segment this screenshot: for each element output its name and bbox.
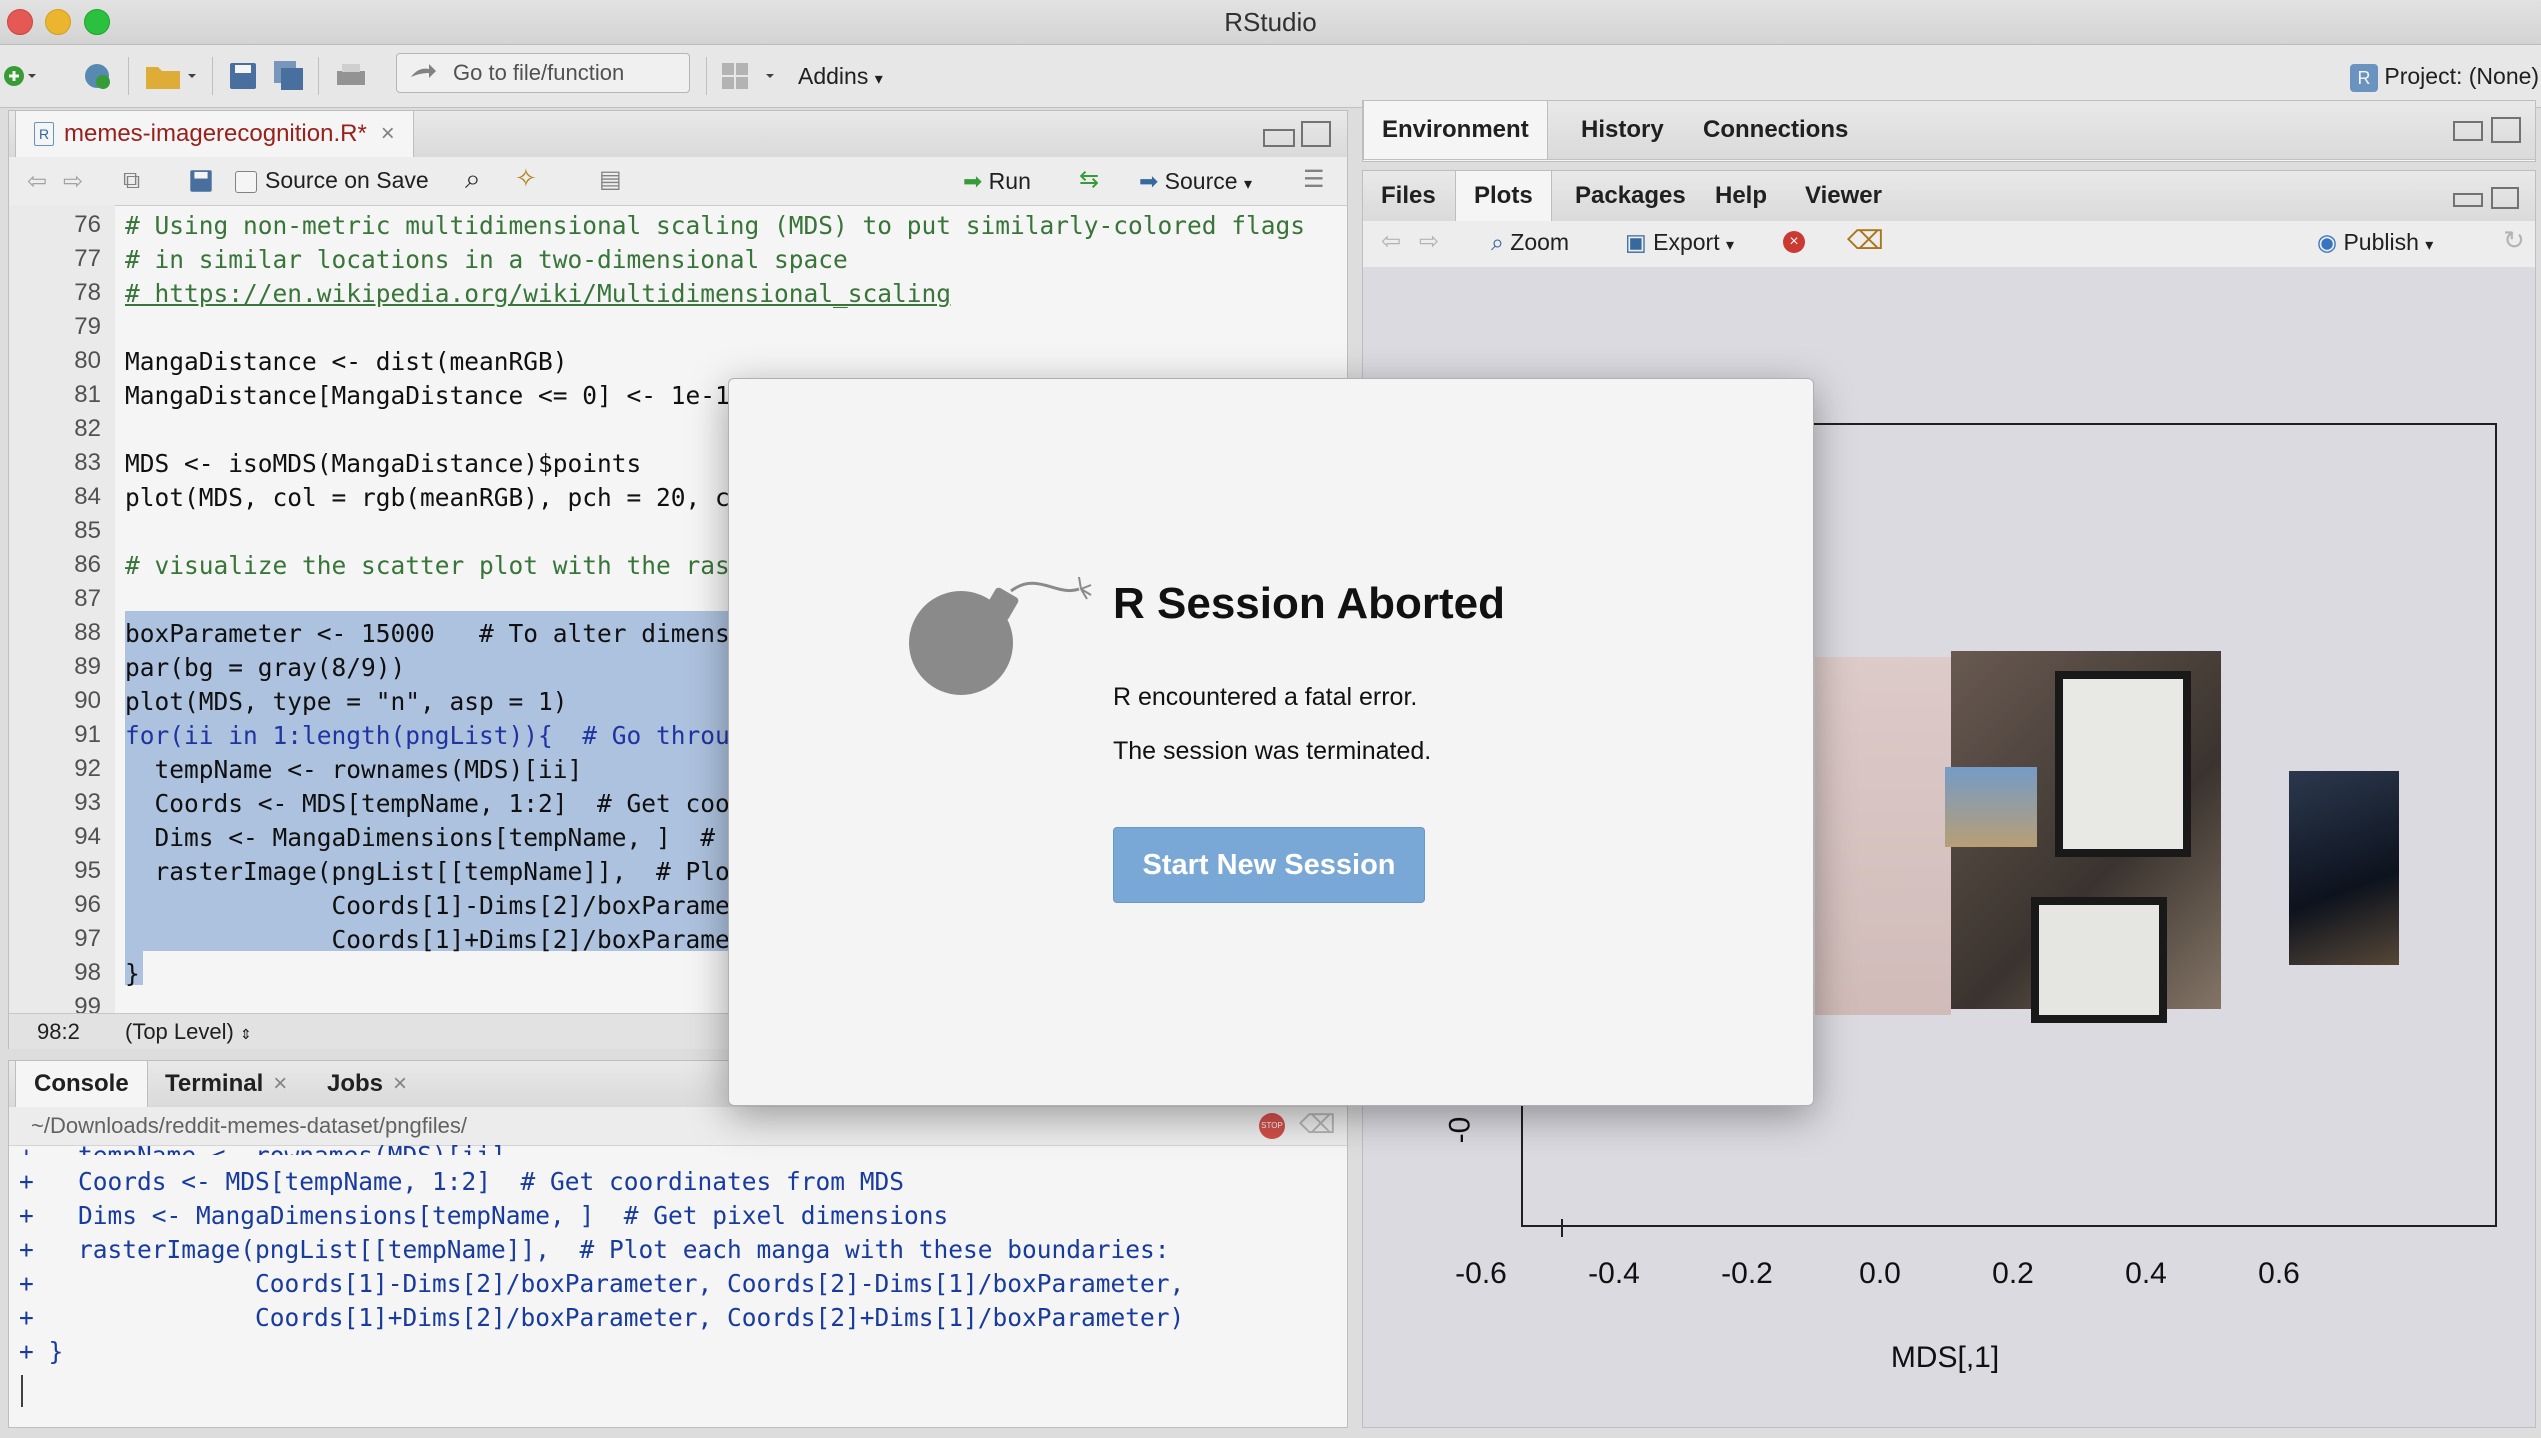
dialog-title: R Session Aborted [1113,579,1505,628]
dialog-message-2: The session was terminated. [1113,737,1432,765]
bomb-icon [909,577,1092,695]
session-aborted-dialog: R Session Aborted R encountered a fatal … [728,378,1814,1106]
dialog-message-1: R encountered a fatal error. [1113,683,1418,711]
start-new-session-button[interactable]: Start New Session [1113,827,1425,903]
